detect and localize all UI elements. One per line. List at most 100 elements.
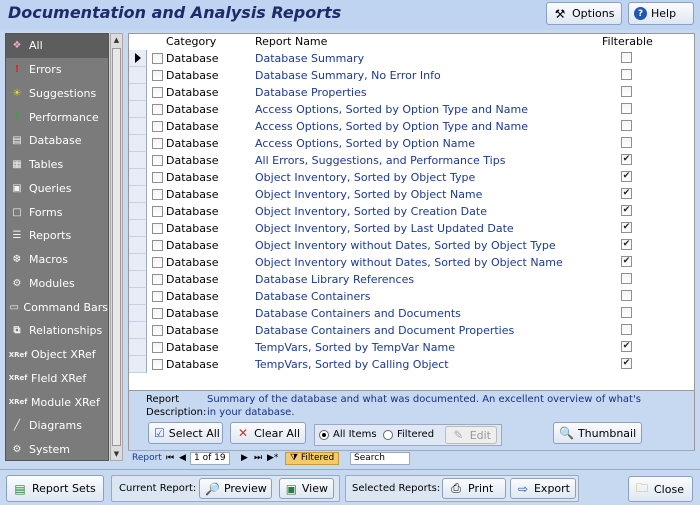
options-button[interactable]: ⚒ Options <box>546 2 622 25</box>
select-all-button[interactable]: ☑ Select All <box>148 422 223 444</box>
report-row[interactable]: Database Database Summary <box>129 50 695 67</box>
report-row[interactable]: Database TempVars, Sorted by TempVar Name… <box>129 339 695 356</box>
select-report-checkbox[interactable] <box>152 257 163 268</box>
select-report-checkbox[interactable] <box>152 206 163 217</box>
record-selector[interactable] <box>129 220 147 237</box>
report-row[interactable]: Database Database Containers and Document… <box>129 322 695 339</box>
select-report-checkbox[interactable] <box>152 223 163 234</box>
sidebar-item-forms[interactable]: □ Forms <box>6 200 108 224</box>
edit-button[interactable]: ✎ Edit <box>445 426 497 444</box>
select-report-checkbox[interactable] <box>152 308 163 319</box>
report-name[interactable]: Database Summary, No Error Info <box>255 69 441 82</box>
last-record-icon[interactable]: ⏭ <box>254 453 262 463</box>
select-report-checkbox[interactable] <box>152 104 163 115</box>
report-row[interactable]: Database Object Inventory, Sorted by Obje… <box>129 186 695 203</box>
select-report-checkbox[interactable] <box>152 240 163 251</box>
record-selector[interactable] <box>129 288 147 305</box>
select-report-checkbox[interactable] <box>152 189 163 200</box>
report-row[interactable]: Database Object Inventory, Sorted by Last… <box>129 220 695 237</box>
select-report-checkbox[interactable] <box>152 325 163 336</box>
first-record-icon[interactable]: ⏮ <box>166 453 174 463</box>
sidebar-item-database[interactable]: ▤ Database <box>6 129 108 153</box>
report-name[interactable]: Object Inventory, Sorted by Object Type <box>255 171 475 184</box>
preview-button[interactable]: 🔎 Preview <box>199 478 272 499</box>
record-selector[interactable] <box>129 152 147 169</box>
report-row[interactable]: Database Database Properties <box>129 84 695 101</box>
export-button[interactable]: ⇨ Export <box>510 478 576 499</box>
report-row[interactable]: Database Access Options, Sorted by Option… <box>129 101 695 118</box>
select-report-checkbox[interactable] <box>152 87 163 98</box>
thumbnail-button[interactable]: 🔍 Thumbnail <box>553 422 642 444</box>
sidebar-item-field-xref[interactable]: XRef FIeld XRef <box>6 367 108 391</box>
record-selector[interactable] <box>129 322 147 339</box>
filtered-radio[interactable]: Filtered <box>383 429 434 440</box>
report-row[interactable]: Database Object Inventory, Sorted by Obje… <box>129 169 695 186</box>
scroll-up-icon[interactable]: ▲ <box>111 34 122 46</box>
report-name[interactable]: TempVars, Sorted by TempVar Name <box>255 341 455 354</box>
report-name[interactable]: Database Containers <box>255 290 370 303</box>
record-selector[interactable] <box>129 67 147 84</box>
record-selector[interactable] <box>129 118 147 135</box>
report-name[interactable]: Object Inventory, Sorted by Last Updated… <box>255 222 514 235</box>
sidebar-item-object-xref[interactable]: XRef Object XRef <box>6 343 108 367</box>
select-report-checkbox[interactable] <box>152 155 163 166</box>
search-box[interactable]: Search <box>350 452 410 465</box>
report-row[interactable]: Database Access Options, Sorted by Option… <box>129 118 695 135</box>
report-name[interactable]: Database Properties <box>255 86 367 99</box>
report-name[interactable]: Object Inventory without Dates, Sorted b… <box>255 239 556 252</box>
record-selector[interactable] <box>129 50 147 67</box>
record-selector[interactable] <box>129 169 147 186</box>
select-report-checkbox[interactable] <box>152 138 163 149</box>
record-selector[interactable] <box>129 135 147 152</box>
record-selector[interactable] <box>129 84 147 101</box>
sidebar-item-macros[interactable]: ❆ Macros <box>6 248 108 272</box>
record-selector[interactable] <box>129 254 147 271</box>
select-report-checkbox[interactable] <box>152 359 163 370</box>
record-selector[interactable] <box>129 271 147 288</box>
report-row[interactable]: Database Object Inventory without Dates, … <box>129 254 695 271</box>
sidebar-scrollbar[interactable]: ▲ ▼ <box>110 33 123 461</box>
record-selector[interactable] <box>129 339 147 356</box>
new-record-icon[interactable]: ▶* <box>267 453 278 463</box>
record-selector[interactable] <box>129 305 147 322</box>
scrollbar-thumb[interactable] <box>112 48 121 446</box>
scroll-down-icon[interactable]: ▼ <box>111 448 122 460</box>
report-name[interactable]: Access Options, Sorted by Option Type an… <box>255 103 528 116</box>
report-name[interactable]: All Errors, Suggestions, and Performance… <box>255 154 505 167</box>
sidebar-item-system[interactable]: ⚙ System <box>6 438 108 462</box>
record-selector[interactable] <box>129 203 147 220</box>
sidebar-item-tables[interactable]: ▦ Tables <box>6 153 108 177</box>
report-name[interactable]: Database Containers and Documents <box>255 307 461 320</box>
select-report-checkbox[interactable] <box>152 342 163 353</box>
report-row[interactable]: Database Database Summary, No Error Info <box>129 67 695 84</box>
help-button[interactable]: ? Help <box>628 2 694 25</box>
report-name[interactable]: Database Containers and Document Propert… <box>255 324 514 337</box>
report-row[interactable]: Database TempVars, Sorted by Calling Obje… <box>129 356 695 373</box>
sidebar-item-module-xref[interactable]: XRef Module XRef <box>6 390 108 414</box>
filter-state-badge[interactable]: ⧩ Filtered <box>285 452 340 465</box>
sidebar-item-performance[interactable]: ? Performance <box>6 105 108 129</box>
report-name[interactable]: Database Summary <box>255 52 364 65</box>
sidebar-item-reports[interactable]: ☰ Reports <box>6 224 108 248</box>
report-name[interactable]: Access Options, Sorted by Option Name <box>255 137 475 150</box>
report-row[interactable]: Database Database Containers and Document… <box>129 305 695 322</box>
select-report-checkbox[interactable] <box>152 172 163 183</box>
record-selector[interactable] <box>129 101 147 118</box>
report-name[interactable]: Object Inventory, Sorted by Creation Dat… <box>255 205 487 218</box>
report-row[interactable]: Database All Errors, Suggestions, and Per… <box>129 152 695 169</box>
report-name[interactable]: TempVars, Sorted by Calling Object <box>255 358 449 371</box>
select-report-checkbox[interactable] <box>152 121 163 132</box>
report-name[interactable]: Object Inventory without Dates, Sorted b… <box>255 256 563 269</box>
sidebar-item-all[interactable]: ❖ All <box>6 34 108 58</box>
record-selector[interactable] <box>129 356 147 373</box>
sidebar-item-command-bars[interactable]: ▭ Command Bars <box>6 295 108 319</box>
sidebar-item-errors[interactable]: ! Errors <box>6 58 108 82</box>
next-record-icon[interactable]: ▶ <box>241 453 248 463</box>
view-button[interactable]: ▣ View <box>279 478 334 499</box>
record-selector[interactable] <box>129 186 147 203</box>
print-button[interactable]: ⎙ Print <box>442 478 506 499</box>
sidebar-item-relationships[interactable]: ⧉ Relationships <box>6 319 108 343</box>
report-row[interactable]: Database Object Inventory, Sorted by Crea… <box>129 203 695 220</box>
sidebar-item-modules[interactable]: ⚙ Modules <box>6 272 108 296</box>
clear-all-button[interactable]: ✕ Clear All <box>230 422 306 444</box>
